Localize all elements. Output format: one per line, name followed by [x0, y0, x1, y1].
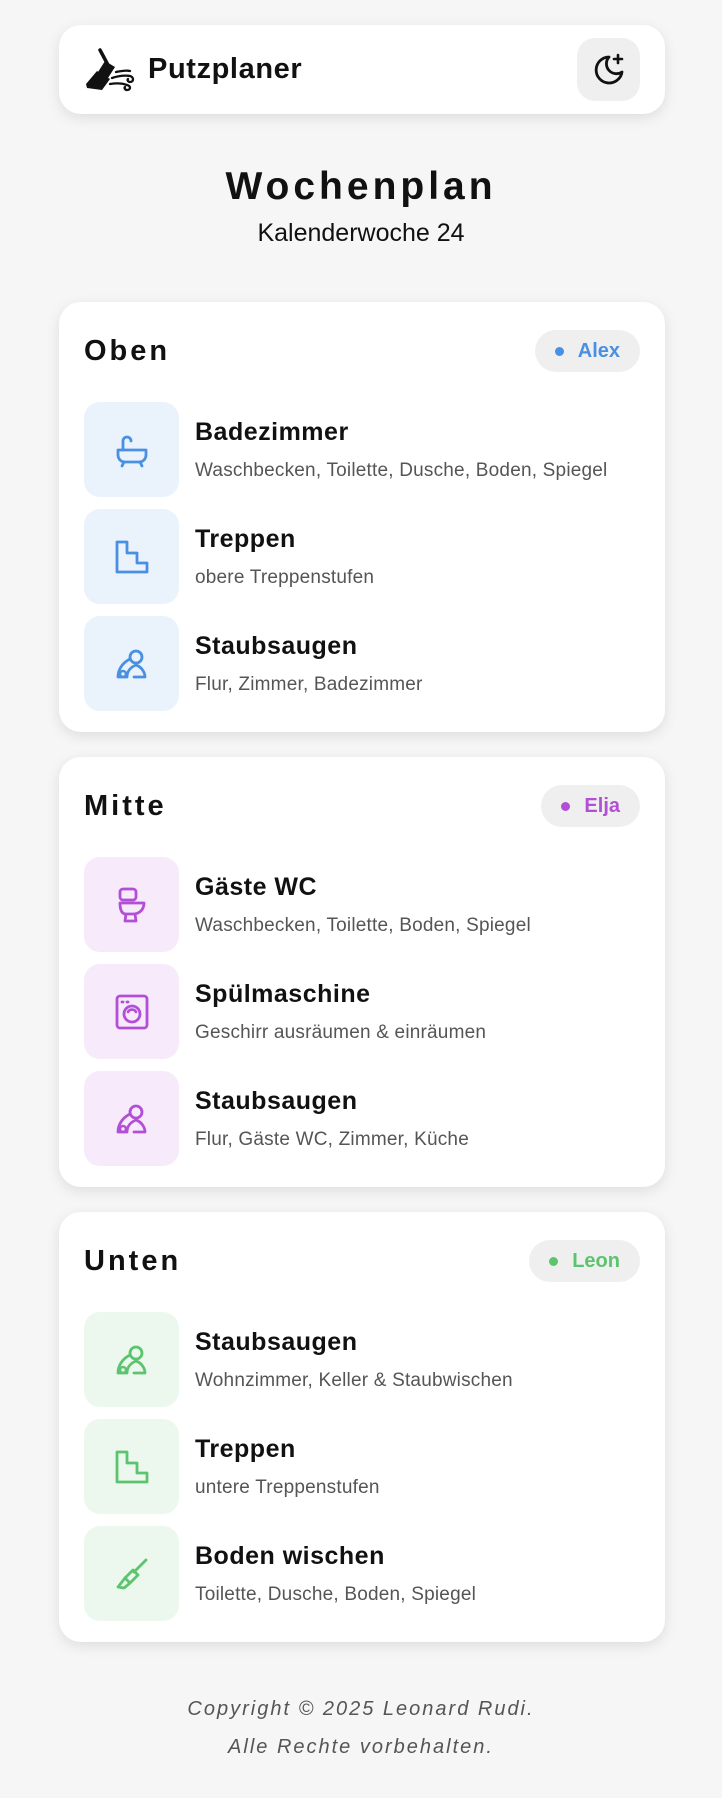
- assignee-name: Elja: [584, 794, 620, 817]
- floor-card-oben: Oben Alex Badezimmer Waschbecken, Toilette,…: [59, 302, 665, 732]
- app-header: Putzplaner: [59, 25, 665, 114]
- stairs-icon: [112, 537, 152, 577]
- toilet-icon: [112, 885, 152, 925]
- task-icon-tile: [84, 857, 179, 952]
- footer: Copyright © 2025 Leonard Rudi. Alle Rech…: [0, 1690, 722, 1766]
- task-icon-tile: [84, 1526, 179, 1621]
- task-icon-tile: [84, 509, 179, 604]
- assignee-name: Leon: [572, 1249, 620, 1272]
- page-subtitle: Kalenderwoche 24: [257, 219, 465, 247]
- task-text: Spülmaschine Geschirr ausräumen & einräum…: [195, 980, 486, 1044]
- task-title: Treppen: [195, 524, 296, 553]
- vacuum-icon: [112, 1340, 152, 1380]
- task-item[interactable]: Gäste WC Waschbecken, Toilette, Boden, Sp…: [84, 851, 640, 958]
- page-title: Wochenplan: [225, 165, 497, 208]
- broom-icon: [86, 47, 135, 91]
- stairs-icon: [112, 1447, 152, 1487]
- task-item[interactable]: Spülmaschine Geschirr ausräumen & einräum…: [84, 958, 640, 1065]
- task-icon-tile: [84, 1312, 179, 1407]
- task-text: Boden wischen Toilette, Dusche, Boden, Sp…: [195, 1542, 476, 1606]
- task-text: Treppen untere Treppenstufen: [195, 1435, 380, 1499]
- task-icon-tile: [84, 402, 179, 497]
- card-header: Unten Leon: [84, 1212, 640, 1306]
- card-header: Mitte Elja: [84, 757, 640, 851]
- task-title: Staubsaugen: [195, 1327, 358, 1356]
- task-description: Wohnzimmer, Keller & Staubwischen: [195, 1369, 513, 1391]
- task-description: obere Treppenstufen: [195, 566, 375, 588]
- floor-name: Unten: [84, 1244, 182, 1277]
- moon-stars-icon: [594, 53, 623, 84]
- task-text: Badezimmer Waschbecken, Toilette, Dusche,…: [195, 418, 607, 482]
- task-title: Gäste WC: [195, 872, 318, 901]
- task-title: Staubsaugen: [195, 631, 358, 660]
- task-item[interactable]: Treppen obere Treppenstufen: [84, 503, 640, 610]
- page-heading: Wochenplan Kalenderwoche 24: [0, 165, 722, 248]
- brand[interactable]: Putzplaner: [84, 47, 302, 93]
- assignee-badge: Leon: [529, 1240, 640, 1282]
- assignee-badge: Alex: [534, 330, 640, 372]
- task-icon-tile: [84, 1419, 179, 1514]
- task-item[interactable]: Staubsaugen Flur, Gäste WC, Zimmer, Küche: [84, 1065, 640, 1172]
- vacuum-icon: [112, 1099, 152, 1139]
- task-description: Flur, Zimmer, Badezimmer: [195, 673, 423, 695]
- task-description: Waschbecken, Toilette, Boden, Spiegel: [195, 914, 531, 936]
- assignee-badge: Elja: [541, 785, 640, 827]
- assignee-name: Alex: [577, 339, 620, 362]
- card-header: Oben Alex: [84, 302, 640, 396]
- task-title: Staubsaugen: [195, 1086, 358, 1115]
- task-icon-tile: [84, 1071, 179, 1166]
- task-item[interactable]: Boden wischen Toilette, Dusche, Boden, Sp…: [84, 1520, 640, 1627]
- theme-toggle-button[interactable]: [577, 38, 640, 101]
- task-title: Treppen: [195, 1434, 296, 1463]
- floor-card-mitte: Mitte Elja Gäste WC Waschbecken, Toilette, …: [59, 757, 665, 1187]
- task-item[interactable]: Treppen untere Treppenstufen: [84, 1413, 640, 1520]
- status-dot: [554, 346, 564, 356]
- task-description: Waschbecken, Toilette, Dusche, Boden, Sp…: [195, 459, 608, 481]
- rights-text: Alle Rechte vorbehalten.: [228, 1736, 494, 1758]
- status-dot: [549, 1256, 559, 1266]
- task-text: Staubsaugen Wohnzimmer, Keller & Staubwis…: [195, 1328, 513, 1392]
- bathtub-icon: [112, 430, 152, 470]
- task-title: Badezimmer: [195, 417, 349, 446]
- task-icon-tile: [84, 616, 179, 711]
- task-item[interactable]: Staubsaugen Flur, Zimmer, Badezimmer: [84, 610, 640, 717]
- task-title: Spülmaschine: [195, 979, 371, 1008]
- task-icon-tile: [84, 964, 179, 1059]
- task-description: Geschirr ausräumen & einräumen: [195, 1021, 487, 1043]
- task-description: Flur, Gäste WC, Zimmer, Küche: [195, 1128, 469, 1150]
- floor-name: Mitte: [84, 789, 167, 822]
- task-text: Staubsaugen Flur, Zimmer, Badezimmer: [195, 632, 423, 696]
- vacuum-icon: [112, 644, 152, 684]
- copyright-text: Copyright © 2025 Leonard Rudi.: [187, 1698, 535, 1720]
- task-text: Gäste WC Waschbecken, Toilette, Boden, Sp…: [195, 873, 531, 937]
- task-item[interactable]: Staubsaugen Wohnzimmer, Keller & Staubwis…: [84, 1306, 640, 1413]
- brush-icon: [112, 1554, 152, 1594]
- task-item[interactable]: Badezimmer Waschbecken, Toilette, Dusche,…: [84, 396, 640, 503]
- task-description: Toilette, Dusche, Boden, Spiegel: [195, 1583, 477, 1605]
- floor-card-unten: Unten Leon Staubsaugen Wohnzimmer, Keller &…: [59, 1212, 665, 1642]
- task-text: Treppen obere Treppenstufen: [195, 525, 374, 589]
- floor-name: Oben: [84, 334, 171, 367]
- task-text: Staubsaugen Flur, Gäste WC, Zimmer, Küche: [195, 1087, 469, 1151]
- status-dot: [561, 801, 571, 811]
- task-title: Boden wischen: [195, 1541, 385, 1570]
- task-description: untere Treppenstufen: [195, 1476, 380, 1498]
- dishwasher-icon: [112, 992, 152, 1032]
- app-name: Putzplaner: [148, 53, 303, 85]
